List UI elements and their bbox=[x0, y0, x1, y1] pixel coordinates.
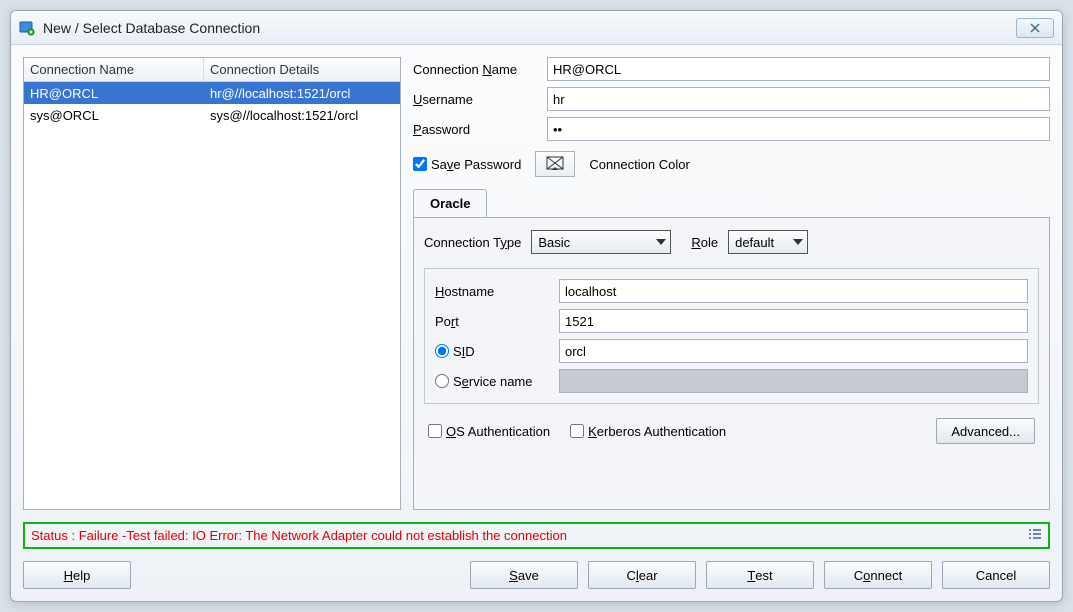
button-row: Help Save Clear Test Connect Cancel bbox=[11, 555, 1062, 601]
label-kerberos-auth: Kerberos Authentication bbox=[588, 424, 726, 439]
label-role: Role bbox=[691, 235, 718, 250]
row-conn-name: Connection Name bbox=[413, 57, 1050, 81]
help-button[interactable]: Help bbox=[23, 561, 131, 589]
port-input[interactable] bbox=[559, 309, 1028, 333]
chevron-down-icon bbox=[656, 239, 666, 245]
row-auth: OS Authentication Kerberos Authenticatio… bbox=[424, 416, 1039, 446]
status-list-icon[interactable] bbox=[1028, 528, 1042, 543]
save-button[interactable]: Save bbox=[470, 561, 578, 589]
label-port: Port bbox=[435, 314, 459, 329]
host-box: Hostname Port SID bbox=[424, 268, 1039, 404]
window-title: New / Select Database Connection bbox=[43, 20, 1016, 36]
label-conn-type: Connection Type bbox=[424, 235, 521, 250]
cancel-button[interactable]: Cancel bbox=[942, 561, 1050, 589]
tab-body-oracle: Connection Type Basic Role default Hostn… bbox=[413, 217, 1050, 510]
row-save-password: Save Password Connection Color bbox=[413, 151, 1050, 177]
role-select[interactable]: default bbox=[728, 230, 808, 254]
cell-name: sys@ORCL bbox=[24, 106, 204, 125]
connection-color-button[interactable] bbox=[535, 151, 575, 177]
row-username: Username bbox=[413, 87, 1050, 111]
label-sid: SID bbox=[453, 344, 475, 359]
color-swatch-icon bbox=[546, 156, 564, 172]
table-row[interactable]: sys@ORCL sys@//localhost:1521/orcl bbox=[24, 104, 400, 126]
save-password-checkbox[interactable] bbox=[413, 157, 427, 171]
col-name-header[interactable]: Connection Name bbox=[24, 58, 204, 81]
table-row[interactable]: HR@ORCL hr@//localhost:1521/orcl bbox=[24, 82, 400, 104]
status-bar: Status : Failure -Test failed: IO Error:… bbox=[23, 522, 1050, 549]
password-input[interactable] bbox=[547, 117, 1050, 141]
hostname-input[interactable] bbox=[559, 279, 1028, 303]
username-input[interactable] bbox=[547, 87, 1050, 111]
tab-oracle[interactable]: Oracle bbox=[413, 189, 487, 217]
cell-details: sys@//localhost:1521/orcl bbox=[204, 106, 400, 125]
row-service: Service name bbox=[435, 369, 1028, 393]
os-auth-checkbox[interactable] bbox=[428, 424, 442, 438]
chevron-down-icon bbox=[793, 239, 803, 245]
test-button[interactable]: Test bbox=[706, 561, 814, 589]
status-text: Status : Failure -Test failed: IO Error:… bbox=[31, 528, 567, 543]
row-hostname: Hostname bbox=[435, 279, 1028, 303]
label-save-password: Save Password bbox=[431, 157, 521, 172]
advanced-button[interactable]: Advanced... bbox=[936, 418, 1035, 444]
role-value: default bbox=[735, 235, 774, 250]
row-password: Password bbox=[413, 117, 1050, 141]
label-conn-name: Connection Name bbox=[413, 62, 541, 77]
close-button[interactable] bbox=[1016, 18, 1054, 38]
label-username: Username bbox=[413, 92, 541, 107]
clear-button[interactable]: Clear bbox=[588, 561, 696, 589]
tabstrip: Oracle bbox=[413, 189, 1050, 217]
label-conn-color: Connection Color bbox=[589, 157, 689, 172]
table-body: HR@ORCL hr@//localhost:1521/orcl sys@ORC… bbox=[24, 82, 400, 509]
label-hostname: Hostname bbox=[435, 284, 494, 299]
kerberos-auth-checkbox[interactable] bbox=[570, 424, 584, 438]
conn-name-input[interactable] bbox=[547, 57, 1050, 81]
label-password: Password bbox=[413, 122, 541, 137]
connection-dialog: New / Select Database Connection Connect… bbox=[10, 10, 1063, 602]
row-port: Port bbox=[435, 309, 1028, 333]
conn-type-select[interactable]: Basic bbox=[531, 230, 671, 254]
form-panel: Connection Name Username Password Save P… bbox=[413, 57, 1050, 510]
col-details-header[interactable]: Connection Details bbox=[204, 58, 400, 81]
cell-details: hr@//localhost:1521/orcl bbox=[204, 84, 400, 103]
connections-table: Connection Name Connection Details HR@OR… bbox=[23, 57, 401, 510]
label-os-auth: OS Authentication bbox=[446, 424, 550, 439]
close-icon bbox=[1029, 23, 1041, 33]
row-sid: SID bbox=[435, 339, 1028, 363]
table-header: Connection Name Connection Details bbox=[24, 58, 400, 82]
label-service: Service name bbox=[453, 374, 532, 389]
sid-radio[interactable] bbox=[435, 344, 449, 358]
conn-type-value: Basic bbox=[538, 235, 570, 250]
row-conn-type: Connection Type Basic Role default bbox=[424, 230, 1039, 254]
cell-name: HR@ORCL bbox=[24, 84, 204, 103]
content-area: Connection Name Connection Details HR@OR… bbox=[11, 45, 1062, 522]
service-radio[interactable] bbox=[435, 374, 449, 388]
service-input bbox=[559, 369, 1028, 393]
connect-button[interactable]: Connect bbox=[824, 561, 932, 589]
sid-input[interactable] bbox=[559, 339, 1028, 363]
app-icon bbox=[19, 20, 35, 36]
titlebar: New / Select Database Connection bbox=[11, 11, 1062, 45]
